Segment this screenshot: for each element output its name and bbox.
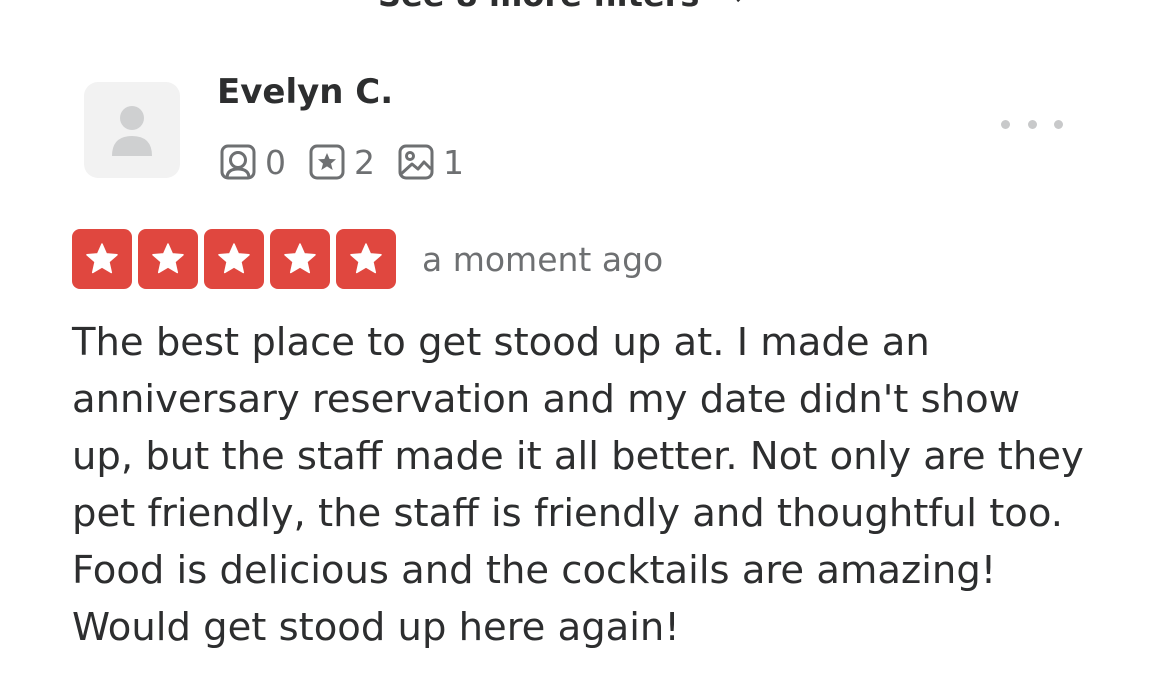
stat-photos: 1 bbox=[397, 143, 464, 181]
more-dots-icon bbox=[1054, 119, 1063, 129]
rating-row: a moment ago bbox=[72, 229, 663, 289]
star-box bbox=[138, 229, 198, 289]
star-icon bbox=[350, 243, 382, 274]
star-box bbox=[204, 229, 264, 289]
reviews-count: 2 bbox=[354, 142, 375, 182]
friends-icon bbox=[220, 144, 256, 180]
review-body: The best place to get stood up at. I mad… bbox=[72, 314, 1132, 656]
user-silhouette-icon bbox=[112, 106, 152, 156]
see-more-filters-link[interactable]: See 8 more filters → bbox=[378, 0, 745, 14]
stat-reviews: 2 bbox=[308, 143, 375, 181]
star-box bbox=[72, 229, 132, 289]
review-line: Food is delicious and the cocktails are … bbox=[72, 548, 997, 593]
star-icon bbox=[86, 243, 118, 274]
more-dots-icon bbox=[1027, 119, 1037, 129]
review-line: The best place to get stood up at. I mad… bbox=[72, 320, 930, 365]
star-icon bbox=[284, 243, 316, 274]
review-line: anniversary reservation and my date didn… bbox=[72, 377, 1021, 422]
reviewer-name[interactable]: Evelyn C. bbox=[217, 72, 393, 112]
arrow-right-icon: → bbox=[721, 0, 744, 12]
star-box bbox=[270, 229, 330, 289]
avatar[interactable] bbox=[84, 82, 180, 178]
review-timestamp: a moment ago bbox=[422, 239, 664, 279]
more-dots-icon bbox=[1001, 119, 1010, 129]
friends-count: 0 bbox=[265, 142, 286, 182]
star-rating bbox=[72, 229, 402, 289]
reviews-icon bbox=[309, 144, 345, 180]
review-line: pet friendly, the staff is friendly and … bbox=[72, 491, 1063, 536]
stat-friends: 0 bbox=[219, 143, 286, 181]
star-icon bbox=[218, 243, 250, 274]
more-options-button[interactable] bbox=[1001, 112, 1063, 136]
star-icon bbox=[152, 243, 184, 274]
star-box bbox=[336, 229, 396, 289]
photos-count: 1 bbox=[443, 142, 464, 182]
review-line: up, but the staff made it all better. No… bbox=[72, 434, 1084, 479]
photos-icon bbox=[398, 144, 434, 180]
reviewer-stats: 0 2 1 bbox=[219, 140, 486, 184]
review-line: Would get stood up here again! bbox=[72, 605, 680, 650]
see-more-filters-label: See 8 more filters bbox=[378, 0, 699, 14]
